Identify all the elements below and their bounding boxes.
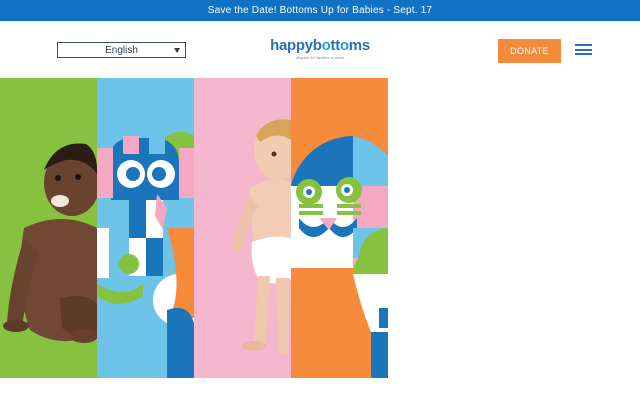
logo-tagline: diapers for families in need [296, 55, 344, 60]
language-select[interactable]: English [57, 42, 186, 58]
hero-panel-baby-standing [194, 78, 291, 378]
chevron-down-icon [174, 48, 180, 53]
hero-banner [0, 78, 388, 378]
announcement-bar[interactable]: Save the Date! Bottoms Up for Babies - S… [0, 0, 640, 21]
language-select-value: English [105, 44, 138, 56]
hero-panel-elephant [97, 78, 194, 378]
hamburger-menu-icon[interactable] [575, 44, 592, 55]
lion-illustration [291, 136, 388, 378]
baby-crawling-photo [3, 143, 97, 343]
donate-button[interactable]: DONATE [498, 39, 561, 63]
logo-wordmark: happybottoms [270, 37, 370, 54]
hero-panel-lion [291, 78, 388, 378]
elephant-illustration [97, 132, 194, 378]
baby-standing-photo [232, 119, 291, 354]
hero-panel-baby-crawling [0, 78, 97, 378]
announcement-text[interactable]: Save the Date! Bottoms Up for Babies - S… [208, 5, 433, 16]
site-logo[interactable]: happybottoms diapers for families in nee… [258, 38, 382, 64]
site-header: English happybottoms diapers for familie… [0, 21, 640, 78]
